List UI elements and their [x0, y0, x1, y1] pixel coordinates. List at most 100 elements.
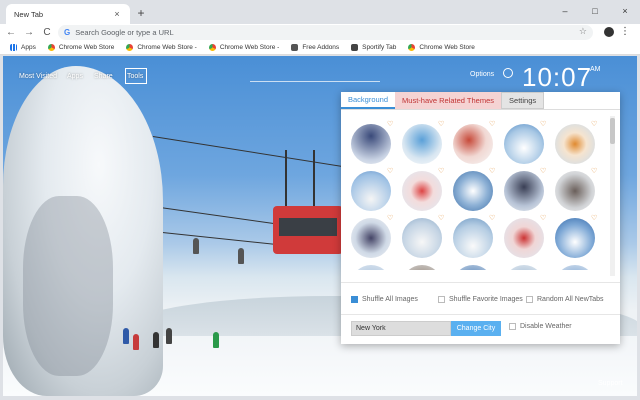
heart-icon[interactable]: ♡	[591, 167, 597, 175]
background-thumbnail[interactable]	[555, 124, 595, 164]
star-icon[interactable]: ☆	[579, 26, 587, 37]
clock-icon[interactable]	[503, 68, 513, 78]
bookmark-label: Sportify Tab	[362, 44, 397, 51]
background-thumbnail[interactable]	[402, 218, 442, 258]
gondola-hanger	[285, 150, 315, 206]
panel-tabs: Background Must-have Related Themes Sett…	[341, 92, 620, 110]
close-icon[interactable]: ×	[112, 9, 122, 19]
window-controls: – □ ×	[550, 0, 640, 22]
heart-icon[interactable]: ♡	[387, 214, 393, 222]
options-link[interactable]: Options	[470, 71, 494, 78]
heart-icon[interactable]: ♡	[540, 214, 546, 222]
background-grid: ♡ ♡ ♡ ♡ ♡ ♡ ♡ ♡ ♡ ♡ ♡ ♡ ♡ ♡ ♡	[347, 120, 609, 270]
bookmark-chrome-web-store[interactable]: Chrome Web Store -	[208, 44, 279, 51]
background-thumbnail[interactable]	[402, 265, 442, 270]
background-thumbnail[interactable]	[555, 218, 595, 258]
background-thumbnail[interactable]	[351, 218, 391, 258]
options-panel: Background Must-have Related Themes Sett…	[341, 92, 620, 344]
omnibox[interactable]: G Search Google or type a URL ☆	[58, 25, 593, 40]
tab-new-tab[interactable]: New Tab ×	[6, 4, 130, 24]
background-thumbnail[interactable]	[504, 171, 544, 211]
city-input[interactable]	[351, 321, 451, 336]
scrollbar-thumb[interactable]	[610, 118, 615, 144]
heart-icon[interactable]: ♡	[489, 120, 495, 128]
background-thumbnail[interactable]	[504, 218, 544, 258]
link-tools[interactable]: Tools	[127, 73, 143, 80]
option-shuffle-all[interactable]: Shuffle All Images	[351, 296, 418, 303]
skier	[213, 332, 219, 348]
grid-scrollbar[interactable]	[610, 116, 615, 276]
tab-strip: New Tab × + – □ ×	[0, 0, 640, 24]
tree-shadow	[23, 196, 113, 376]
bookmark-apps[interactable]: Apps	[10, 44, 36, 51]
heart-icon[interactable]: ♡	[489, 167, 495, 175]
heart-icon[interactable]: ♡	[438, 167, 444, 175]
menu-icon[interactable]: ⋮	[620, 26, 630, 37]
skier	[166, 328, 172, 344]
link-most-visited[interactable]: Most Visited	[19, 73, 57, 80]
option-random-all[interactable]: Random All NewTabs	[526, 296, 604, 303]
heart-icon[interactable]: ♡	[489, 214, 495, 222]
background-thumbnail[interactable]	[555, 171, 595, 211]
close-window-button[interactable]: ×	[610, 0, 640, 22]
background-thumbnail[interactable]	[402, 124, 442, 164]
background-thumbnail[interactable]	[453, 171, 493, 211]
profile-avatar[interactable]	[604, 27, 614, 37]
bookmark-chrome-web-store[interactable]: Chrome Web Store	[47, 44, 114, 51]
support-link[interactable]: Support	[598, 380, 623, 387]
tab-background[interactable]: Background	[341, 92, 396, 109]
option-disable-weather[interactable]: Disable Weather	[509, 323, 572, 330]
heart-icon[interactable]: ♡	[591, 214, 597, 222]
heart-icon[interactable]: ♡	[591, 120, 597, 128]
back-icon[interactable]: ←	[4, 27, 18, 38]
checkbox-checked[interactable]	[351, 296, 358, 303]
background-thumbnail[interactable]	[555, 265, 595, 270]
bookmark-sportify-tab[interactable]: Sportify Tab	[351, 44, 396, 51]
background-thumbnail[interactable]	[504, 124, 544, 164]
background-thumbnail[interactable]	[351, 171, 391, 211]
browser-toolbar: ← → C G Search Google or type a URL ☆	[0, 24, 640, 41]
heart-icon[interactable]: ♡	[438, 120, 444, 128]
bookmark-free-addons[interactable]: Free Addons	[291, 44, 339, 51]
bookmark-chrome-web-store[interactable]: Chrome Web Store -	[126, 44, 197, 51]
heart-icon[interactable]: ♡	[387, 167, 393, 175]
checkbox[interactable]	[438, 296, 445, 303]
background-thumbnail[interactable]	[504, 265, 544, 270]
checkbox[interactable]	[526, 296, 533, 303]
tab-settings[interactable]: Settings	[501, 92, 545, 109]
heart-icon[interactable]: ♡	[540, 167, 546, 175]
search-input[interactable]	[250, 68, 380, 82]
chrome-web-store-icon	[408, 44, 416, 51]
skier	[238, 248, 244, 264]
tab-related-themes[interactable]: Must-have Related Themes	[395, 92, 502, 109]
maximize-button[interactable]: □	[580, 0, 610, 22]
background-thumbnail[interactable]	[453, 265, 493, 270]
forward-icon[interactable]: →	[22, 27, 36, 38]
heart-icon[interactable]: ♡	[387, 120, 393, 128]
change-city-button[interactable]: Change City	[451, 321, 501, 336]
skier	[193, 238, 199, 254]
background-thumbnail[interactable]	[351, 265, 391, 270]
new-tab-button[interactable]: +	[134, 6, 148, 20]
background-thumbnail[interactable]	[453, 218, 493, 258]
bookmark-chrome-web-store[interactable]: Chrome Web Store	[408, 44, 475, 51]
minimize-button[interactable]: –	[550, 0, 580, 22]
heart-icon[interactable]: ♡	[438, 214, 444, 222]
bookmark-label: Chrome Web Store -	[137, 44, 197, 51]
reload-icon[interactable]: C	[40, 27, 54, 38]
background-thumbnail[interactable]	[402, 171, 442, 211]
divider	[341, 282, 620, 283]
option-shuffle-favorite[interactable]: Shuffle Favorite Images	[438, 296, 523, 303]
background-thumbnail[interactable]	[351, 124, 391, 164]
option-label: Disable Weather	[520, 323, 572, 330]
background-thumbnail[interactable]	[453, 124, 493, 164]
link-share[interactable]: Share	[94, 73, 113, 80]
apps-grid-icon	[10, 44, 17, 51]
chrome-web-store-icon	[208, 44, 216, 51]
link-apps[interactable]: Apps	[67, 73, 83, 80]
heart-icon[interactable]: ♡	[540, 120, 546, 128]
free-addons-icon	[291, 44, 299, 51]
sportify-icon	[351, 44, 359, 51]
checkbox[interactable]	[509, 323, 516, 330]
skier	[133, 334, 139, 350]
